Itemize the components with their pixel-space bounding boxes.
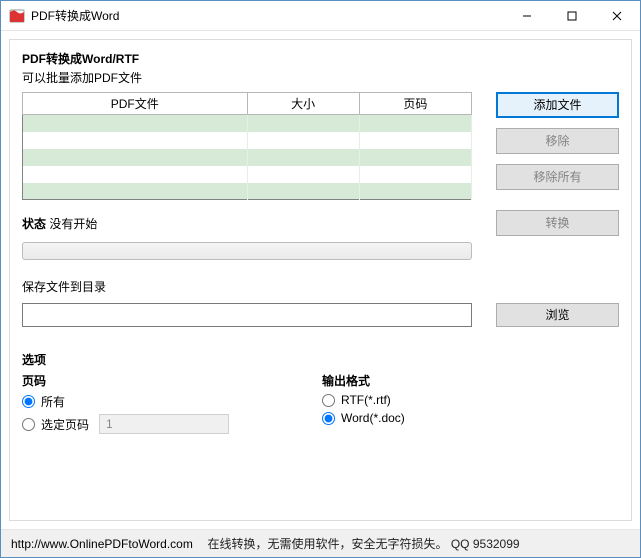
pages-all-radio[interactable]: 所有 <box>22 393 322 410</box>
panel-subtitle: 可以批量添加PDF文件 <box>22 69 619 86</box>
col-size[interactable]: 大小 <box>247 93 359 115</box>
pages-select-radio[interactable]: 选定页码 <box>22 414 322 434</box>
pages-all-label: 所有 <box>41 393 65 410</box>
col-file[interactable]: PDF文件 <box>23 93 248 115</box>
col-pages[interactable]: 页码 <box>359 93 471 115</box>
format-doc-radio[interactable]: Word(*.doc) <box>322 411 619 425</box>
add-file-button[interactable]: 添加文件 <box>496 92 619 118</box>
format-doc-label: Word(*.doc) <box>341 411 405 425</box>
pages-select-label: 选定页码 <box>41 416 89 433</box>
status-text: 状态 没有开始 <box>22 215 472 232</box>
convert-button[interactable]: 转换 <box>496 210 619 236</box>
table-row <box>23 149 472 166</box>
footer-text: 在线转换，无需使用软件，安全无字符损失。 QQ 9532099 <box>208 535 520 552</box>
pages-all-input[interactable] <box>22 395 35 408</box>
save-label: 保存文件到目录 <box>22 278 619 295</box>
format-title: 输出格式 <box>322 372 619 389</box>
table-row <box>23 166 472 183</box>
pages-select-input[interactable] <box>22 418 35 431</box>
file-table[interactable]: PDF文件 大小 页码 <box>22 92 472 200</box>
status-label: 状态 <box>22 217 46 231</box>
titlebar: PDF转换成Word <box>1 1 640 31</box>
close-button[interactable] <box>594 1 640 30</box>
table-row <box>23 132 472 149</box>
pages-title: 页码 <box>22 372 322 389</box>
format-rtf-radio[interactable]: RTF(*.rtf) <box>322 393 619 407</box>
format-doc-input[interactable] <box>322 412 335 425</box>
main-panel: PDF转换成Word/RTF 可以批量添加PDF文件 PDF文件 大小 页码 <box>9 39 632 521</box>
remove-all-button[interactable]: 移除所有 <box>496 164 619 190</box>
window-controls <box>504 1 640 30</box>
table-row <box>23 115 472 132</box>
format-rtf-input[interactable] <box>322 394 335 407</box>
app-icon <box>9 8 25 24</box>
minimize-button[interactable] <box>504 1 549 30</box>
status-value: 没有开始 <box>49 217 97 231</box>
save-path-input[interactable] <box>22 303 472 327</box>
progress-bar <box>22 242 472 260</box>
footer-url[interactable]: http://www.OnlinePDFtoWord.com <box>11 537 193 551</box>
browse-button[interactable]: 浏览 <box>496 303 619 327</box>
options-title: 选项 <box>22 351 619 368</box>
table-row <box>23 183 472 200</box>
format-rtf-label: RTF(*.rtf) <box>341 393 391 407</box>
maximize-button[interactable] <box>549 1 594 30</box>
panel-title: PDF转换成Word/RTF <box>22 50 619 67</box>
pages-range-input <box>99 414 229 434</box>
statusbar: http://www.OnlinePDFtoWord.com 在线转换，无需使用… <box>1 529 640 557</box>
window-title: PDF转换成Word <box>31 7 504 24</box>
remove-button[interactable]: 移除 <box>496 128 619 154</box>
